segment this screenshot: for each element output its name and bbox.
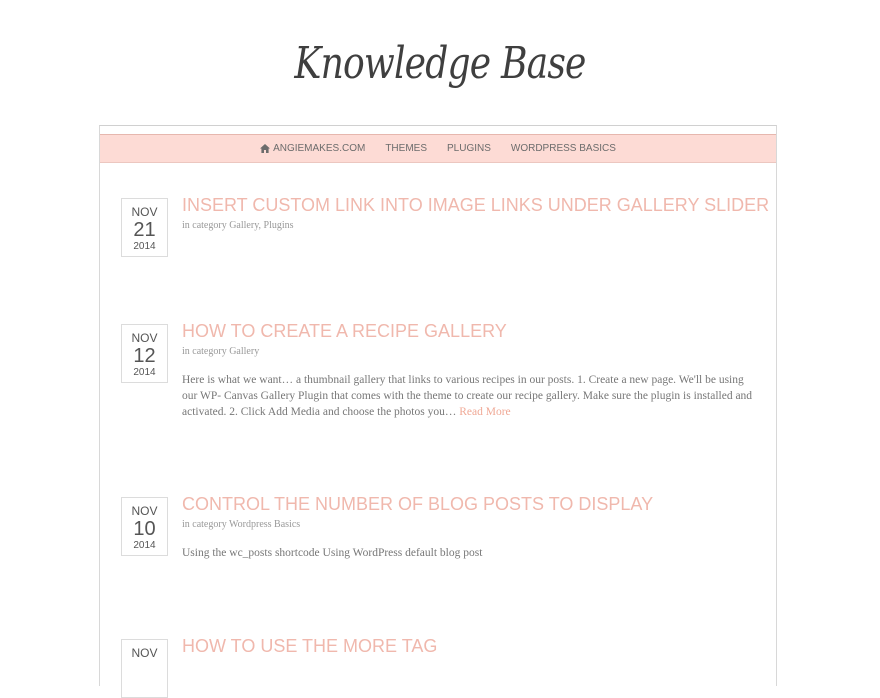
post-date: NOV xyxy=(121,639,168,698)
category-prefix: in category xyxy=(182,346,227,357)
date-day: 12 xyxy=(133,345,156,367)
post-categories: in category Wordpress Basics xyxy=(182,519,757,530)
category-link[interactable]: Gallery xyxy=(229,346,259,357)
read-more-link[interactable]: Read More xyxy=(459,406,510,418)
category-link[interactable]: Wordpress Basics xyxy=(229,519,300,530)
nav-item-plugins[interactable]: PLUGINS xyxy=(437,143,501,154)
content-wrapper: ANGIEMAKES.COM THEMES PLUGINS WORDPRESS … xyxy=(99,125,777,698)
post-excerpt: Using the wc_posts shortcode Using WordP… xyxy=(182,547,483,559)
post-title[interactable]: HOW TO USE THE MORE TAG xyxy=(182,635,757,657)
nav-item-themes[interactable]: THEMES xyxy=(375,143,437,154)
site-title[interactable]: Knowledge Base xyxy=(79,38,801,89)
post-categories: in category Gallery xyxy=(182,346,757,357)
post-title[interactable]: INSERT CUSTOM LINK INTO IMAGE LINKS UNDE… xyxy=(182,194,769,216)
date-month: NOV xyxy=(131,504,158,518)
category-prefix: in category xyxy=(182,220,227,231)
nav-item-angiemakes[interactable]: ANGIEMAKES.COM xyxy=(250,143,375,154)
post-date: NOV 12 2014 xyxy=(121,324,168,383)
home-icon xyxy=(260,144,271,153)
post-title[interactable]: HOW TO CREATE A RECIPE GALLERY xyxy=(182,320,757,342)
date-month: NOV xyxy=(131,646,158,660)
date-year: 2014 xyxy=(133,367,156,378)
category-link[interactable]: Gallery xyxy=(229,220,258,231)
date-year: 2014 xyxy=(133,241,156,252)
nav-item-label: WORDPRESS BASICS xyxy=(510,143,616,154)
category-prefix: in category xyxy=(182,519,227,530)
nav-item-label: THEMES xyxy=(385,143,427,154)
post-date: NOV 10 2014 xyxy=(121,497,168,556)
category-link[interactable]: Plugins xyxy=(264,220,294,231)
date-year: 2014 xyxy=(133,540,156,551)
post-date: NOV 21 2014 xyxy=(121,198,168,257)
main-nav: ANGIEMAKES.COM THEMES PLUGINS WORDPRESS … xyxy=(100,134,776,163)
nav-item-label: ANGIEMAKES.COM xyxy=(273,143,366,154)
date-month: NOV xyxy=(131,331,158,345)
post-categories: in category Gallery, Plugins xyxy=(182,220,294,231)
post-title[interactable]: CONTROL THE NUMBER OF BLOG POSTS TO DISP… xyxy=(182,493,757,515)
post-excerpt: Here is what we want… a thumbnail galler… xyxy=(182,372,757,420)
date-day: 21 xyxy=(133,219,156,241)
nav-item-label: PLUGINS xyxy=(446,143,491,154)
date-month: NOV xyxy=(131,205,158,219)
nav-item-wordpress-basics[interactable]: WORDPRESS BASICS xyxy=(501,143,626,154)
date-day: 10 xyxy=(133,518,156,540)
